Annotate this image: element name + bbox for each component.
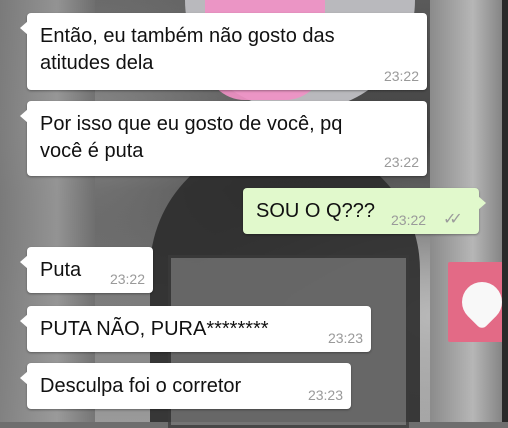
- bubble-tail: [20, 109, 28, 123]
- message-text: Por isso que eu gosto de você, pq você é…: [40, 113, 343, 162]
- message-text: Desculpa foi o corretor: [40, 375, 242, 397]
- bubble-tail: [20, 371, 28, 385]
- message-bubble-incoming[interactable]: Desculpa foi o corretor 23:23: [20, 363, 351, 409]
- double-check-icon: ✓✓: [443, 211, 463, 228]
- message-bubble-incoming[interactable]: Por isso que eu gosto de você, pq você é…: [20, 101, 427, 176]
- message-time: 23:22: [383, 68, 419, 84]
- message-time: 23:22: [109, 271, 145, 287]
- bubble-tail: [20, 314, 28, 328]
- message-time: 23:22: [383, 154, 419, 170]
- message-text: PUTA NÃO, PURA********: [40, 318, 269, 340]
- message-text: Puta: [40, 259, 82, 281]
- bubble-tail: [20, 21, 28, 35]
- message-text: Então, eu também não gosto das atitudes …: [40, 25, 335, 74]
- message-bubble-incoming[interactable]: Então, eu também não gosto das atitudes …: [20, 13, 427, 90]
- message-time: 23:23: [327, 330, 363, 346]
- bubble-tail: [478, 196, 486, 210]
- message-bubble-incoming[interactable]: PUTA NÃO, PURA******** 23:23: [20, 306, 371, 352]
- message-time: 23:23: [307, 387, 343, 403]
- message-bubble-outgoing[interactable]: SOU O Q??? 23:22 ✓✓: [243, 188, 486, 234]
- message-bubble-incoming[interactable]: Puta 23:22: [20, 247, 153, 293]
- message-list[interactable]: Então, eu também não gosto das atitudes …: [0, 0, 508, 422]
- bubble-tail: [20, 255, 28, 269]
- message-time: 23:22: [391, 212, 427, 228]
- message-text: SOU O Q???: [256, 200, 375, 222]
